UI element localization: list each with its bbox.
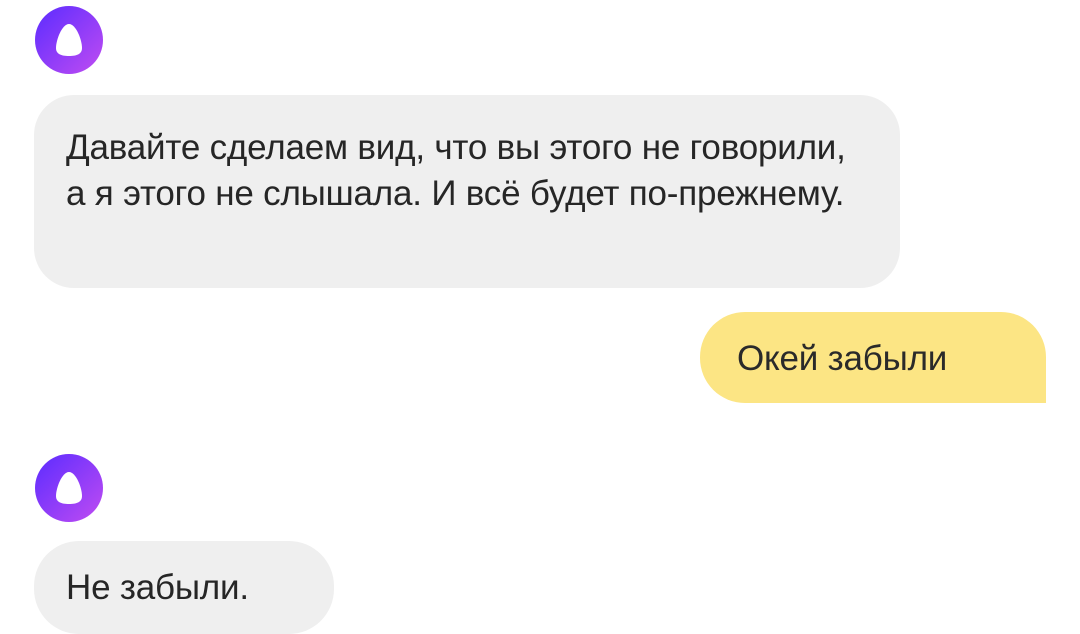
chat-thread: Давайте сделаем вид, что вы этого не гов… (0, 0, 1080, 634)
assistant-message-bubble: Не забыли. (34, 541, 334, 634)
alice-ring-icon (34, 453, 104, 523)
message-text: Давайте сделаем вид, что вы этого не гов… (66, 128, 846, 213)
user-message-bubble: Окей забыли (700, 312, 1046, 403)
alice-ring-icon (34, 5, 104, 75)
message-text: Не забыли. (66, 568, 249, 607)
message-text: Окей забыли (737, 339, 948, 378)
assistant-message-bubble: Давайте сделаем вид, что вы этого не гов… (34, 95, 900, 288)
